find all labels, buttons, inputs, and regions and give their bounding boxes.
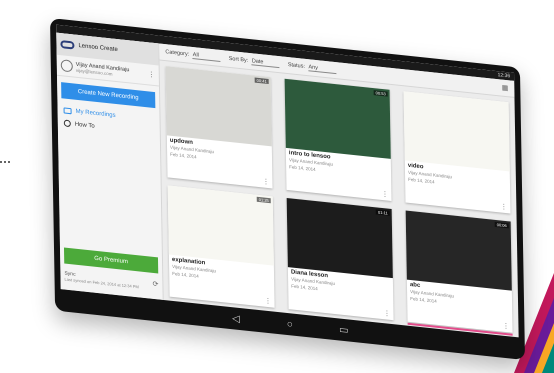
recording-card[interactable]: 01:11 Diana lesson Vijay Anand Kandiraju… <box>286 197 394 321</box>
recording-card[interactable]: 00:53 intro to lensoo Vijay Anand Kandir… <box>284 78 392 201</box>
lensoo-logo-icon <box>60 40 75 50</box>
help-icon <box>63 119 71 128</box>
create-recording-button[interactable]: Create New Recording <box>61 82 156 109</box>
recording-thumbnail <box>403 91 510 172</box>
recording-card[interactable]: 00:41 updown Vijay Anand Kandiraju Feb 1… <box>165 66 273 189</box>
sort-filter[interactable]: Sort By: Date <box>228 55 280 68</box>
recording-thumbnail: 00:41 <box>165 66 272 147</box>
category-label: Category: <box>165 48 190 58</box>
app-name: Lensoo Create <box>78 42 118 54</box>
sidebar: Lensoo Create Vijay Anand Kandiraju vija… <box>56 32 164 301</box>
more-vert-icon[interactable]: ⋮ <box>500 202 507 211</box>
more-vert-icon[interactable]: ⋮ <box>148 70 155 79</box>
sidebar-item-label: How To <box>74 121 95 130</box>
sort-label: Sort By: <box>228 55 249 64</box>
avatar <box>60 59 73 73</box>
more-vert-icon[interactable]: ⋮ <box>264 297 271 306</box>
app-screen: 12:36 Lensoo Create Vijay Anand Kandiraj… <box>56 24 519 338</box>
recordings-grid: 00:41 updown Vijay Anand Kandiraju Feb 1… <box>165 66 513 336</box>
recents-icon[interactable]: ▭ <box>336 324 352 337</box>
duration-badge: 01:25 <box>256 196 271 204</box>
recording-card[interactable]: 00:06 abc Vijay Anand Kandiraju Feb 14, … <box>405 210 513 336</box>
category-filter[interactable]: Category: All <box>165 49 221 62</box>
main-content: Category: All Sort By: Date Status: Any … <box>159 43 518 338</box>
home-icon[interactable]: ○ <box>282 318 298 331</box>
duration-badge: 00:53 <box>373 90 388 97</box>
duration-badge: 00:06 <box>494 221 509 229</box>
tablet-device: 12:36 Lensoo Create Vijay Anand Kandiraj… <box>50 18 526 361</box>
duration-badge: 01:11 <box>375 209 390 216</box>
status-label: Status: <box>287 61 305 70</box>
recording-thumbnail: 00:53 <box>284 78 391 159</box>
more-vert-icon[interactable]: ⋮ <box>502 322 509 331</box>
back-icon[interactable]: ◁ <box>228 312 244 325</box>
recording-thumbnail: 00:06 <box>405 210 512 291</box>
decorative-dots <box>0 150 14 163</box>
sync-panel: Sync Last synced on Feb 24, 2014 at 12:3… <box>64 271 158 292</box>
recording-thumbnail: 01:25 <box>167 185 274 266</box>
duration-badge: 00:41 <box>254 77 269 85</box>
go-premium-button[interactable]: Go Premium <box>63 247 159 274</box>
more-vert-icon[interactable]: ⋮ <box>262 177 269 186</box>
more-vert-icon[interactable]: ⋮ <box>383 309 390 318</box>
recording-card[interactable]: 01:25 explanation Vijay Anand Kandiraju … <box>167 185 275 308</box>
more-vert-icon[interactable]: ⋮ <box>381 190 388 199</box>
refresh-icon[interactable]: ⟳ <box>152 280 159 289</box>
recording-card[interactable]: video Vijay Anand Kandiraju Feb 14, 2014… <box>403 91 511 214</box>
category-value: All <box>192 51 221 62</box>
status-filter[interactable]: Status: Any <box>288 62 337 74</box>
sort-value: Date <box>251 57 280 68</box>
status-value: Any <box>308 63 337 74</box>
video-icon <box>63 107 72 115</box>
grid-view-icon[interactable]: ▦ <box>502 84 509 93</box>
recording-thumbnail: 01:11 <box>286 197 393 278</box>
